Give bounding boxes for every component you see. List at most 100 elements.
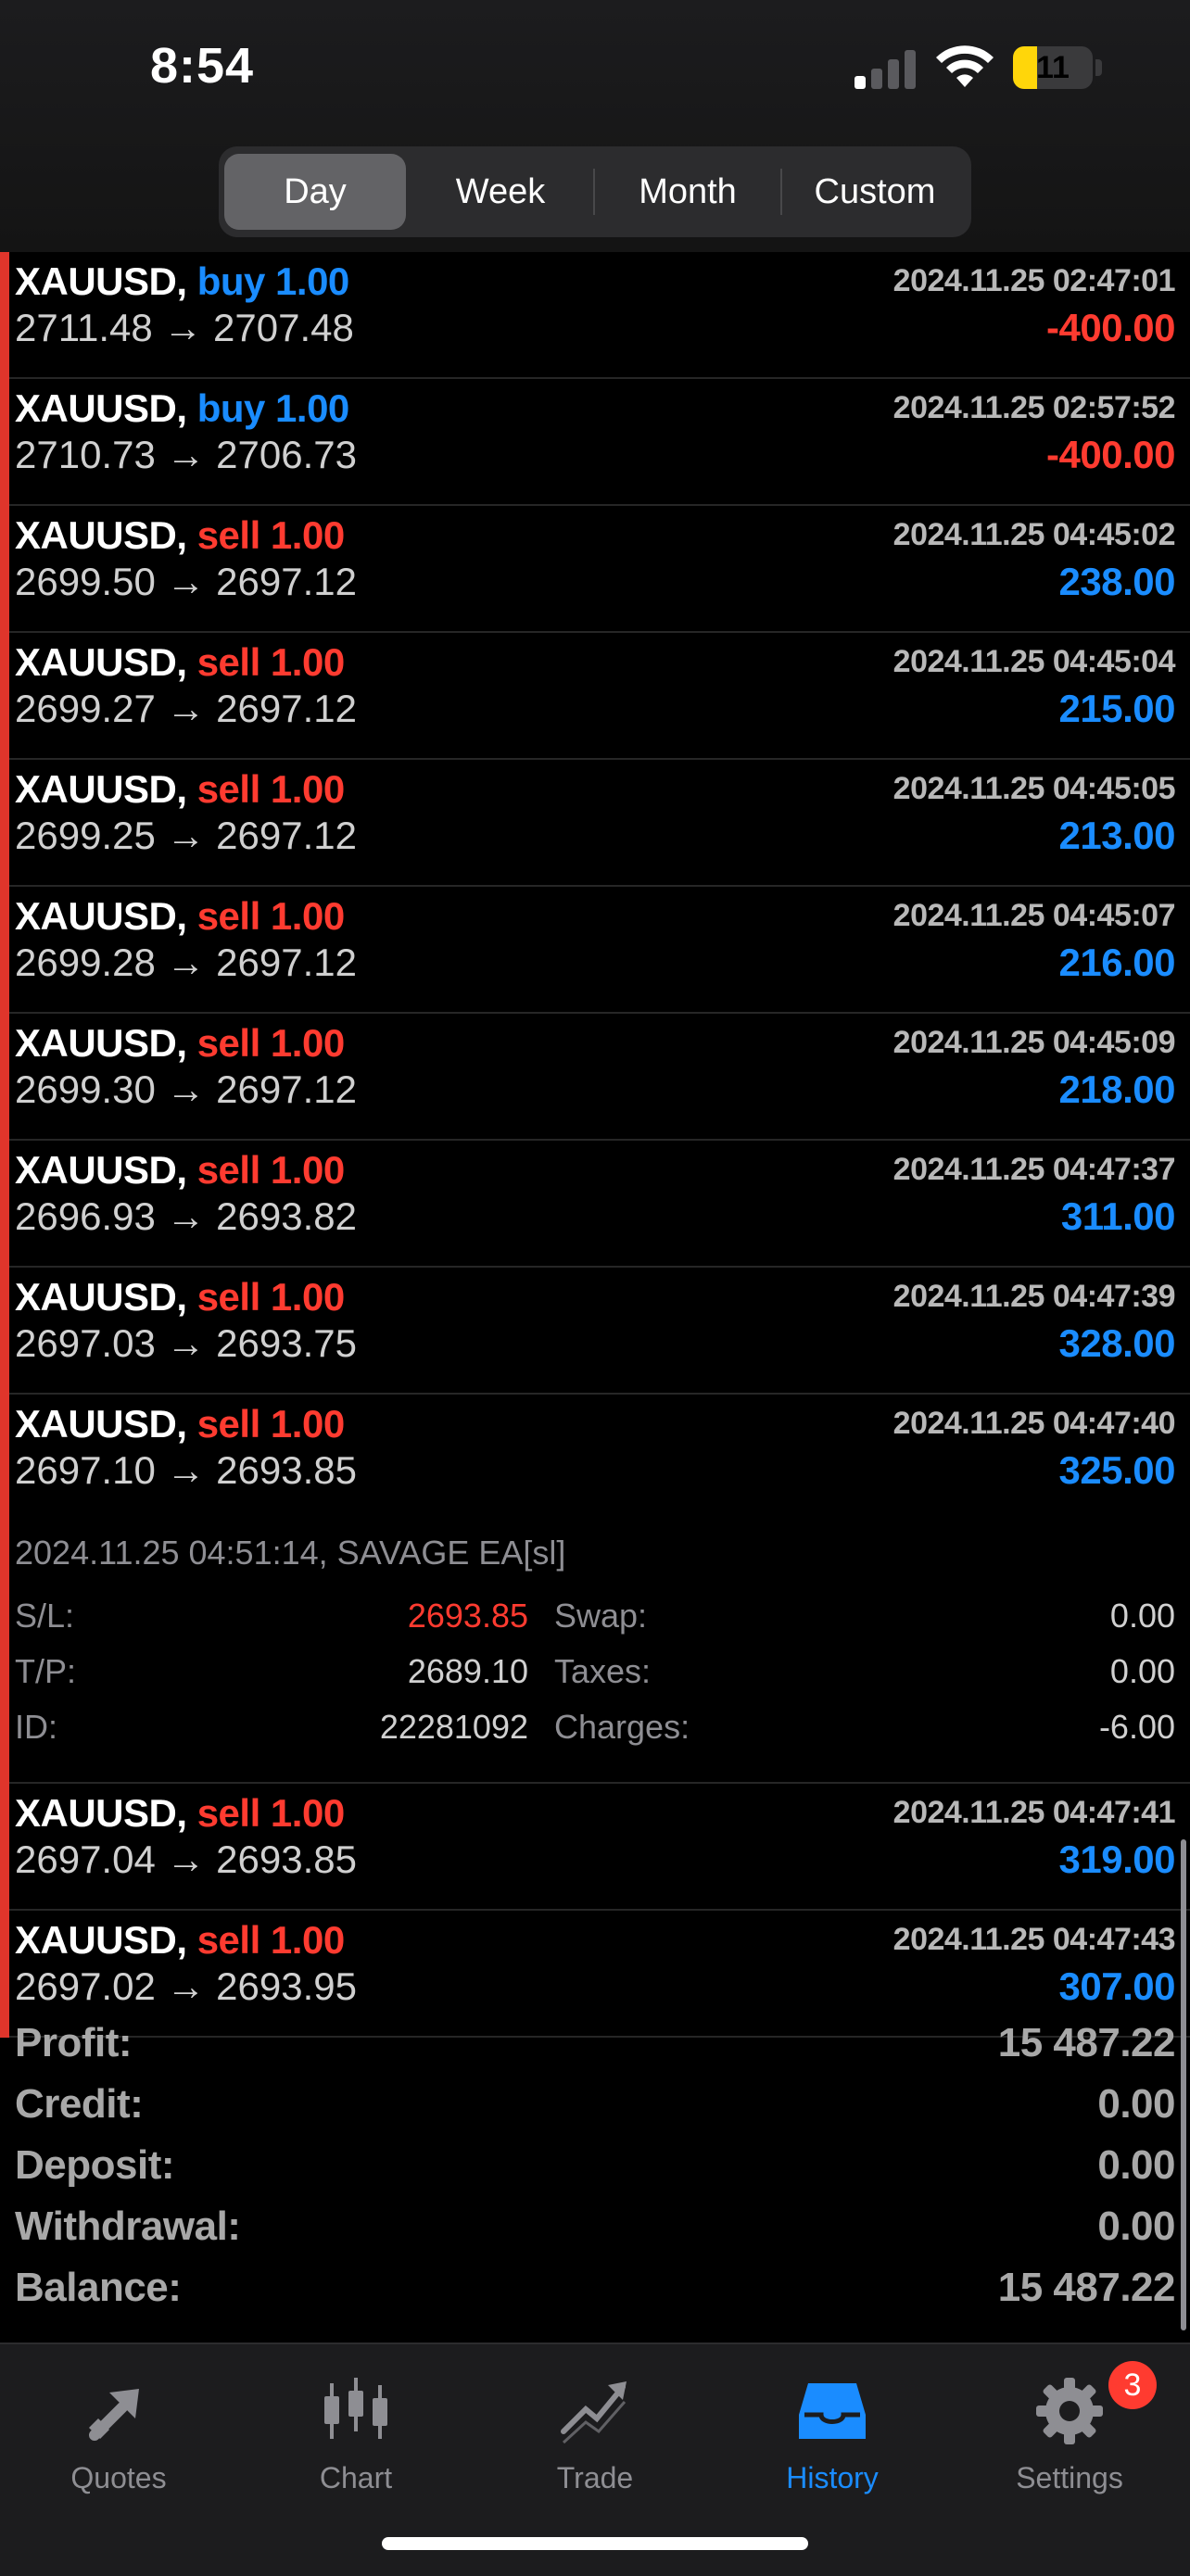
trade-row[interactable]: XAUUSD, sell 1.00 2697.04 → 2693.85 2024.1…: [0, 1784, 1190, 1911]
arrow-icon: →: [166, 1964, 206, 2008]
symbol-name: XAUUSD,: [15, 1275, 187, 1319]
trade-profit: 325.00: [1058, 1448, 1176, 1492]
close-price: 2697.12: [216, 687, 357, 730]
summary-label: Balance:: [15, 2265, 182, 2310]
trade-prices: 2699.25 → 2697.12: [15, 814, 357, 858]
symbol-name: XAUUSD,: [15, 640, 187, 684]
trade-row[interactable]: XAUUSD, buy 1.00 2711.48 → 2707.48 2024.11…: [0, 252, 1190, 379]
trade-row[interactable]: XAUUSD, sell 1.00 2699.50 → 2697.12 2024.1…: [0, 506, 1190, 633]
clock-time: 8:54: [150, 38, 255, 94]
trade-side-volume: sell 1.00: [196, 1021, 345, 1065]
arrow-icon: →: [166, 941, 206, 984]
trade-profit: 311.00: [1060, 1194, 1176, 1238]
trade-prices: 2699.28 → 2697.12: [15, 941, 357, 985]
symbol-name: XAUUSD,: [15, 1791, 187, 1835]
close-price: 2693.85: [216, 1448, 357, 1492]
trade-side-volume: sell 1.00: [196, 640, 345, 684]
close-price: 2693.82: [216, 1194, 357, 1238]
trade-row[interactable]: XAUUSD, sell 1.00 2696.93 → 2693.82 2024.1…: [0, 1141, 1190, 1268]
trade-row[interactable]: XAUUSD, sell 1.00 2699.27 → 2697.12 2024.1…: [0, 633, 1190, 760]
wifi-icon: [936, 45, 994, 87]
open-price: 2699.28: [15, 941, 156, 984]
trade-row[interactable]: XAUUSD, sell 1.00 2697.03 → 2693.75 2024.1…: [0, 1268, 1190, 1395]
arrow-icon: →: [166, 433, 206, 476]
close-price: 2707.48: [213, 306, 354, 349]
swap-label: Swap:: [554, 1597, 648, 1635]
trade-prices: 2697.04 → 2693.85: [15, 1837, 357, 1882]
open-price: 2699.27: [15, 687, 156, 730]
tp-label: T/P:: [15, 1652, 77, 1690]
trade-prices: 2699.30 → 2697.12: [15, 1067, 357, 1112]
arrow-icon: →: [166, 1194, 206, 1238]
open-price: 2699.30: [15, 1067, 156, 1111]
summary-label: Deposit:: [15, 2142, 175, 2188]
home-indicator[interactable]: [382, 2537, 808, 2550]
tab-day[interactable]: Day: [224, 154, 406, 230]
trade-prices: 2697.03 → 2693.75: [15, 1321, 357, 1366]
trade-symbol: XAUUSD, sell 1.00: [15, 1148, 345, 1193]
trade-symbol: XAUUSD, buy 1.00: [15, 386, 349, 431]
trade-datetime: 2024.11.25 04:45:02: [892, 517, 1176, 552]
trade-side-volume: sell 1.00: [196, 1402, 345, 1446]
tab-trade[interactable]: Trade: [476, 2357, 714, 2515]
segment-divider: [593, 169, 595, 215]
symbol-name: XAUUSD,: [15, 259, 187, 303]
battery-icon: 11: [1013, 46, 1093, 89]
trade-prices: 2697.10 → 2693.85: [15, 1448, 357, 1493]
summary-value: 0.00: [1097, 2081, 1175, 2127]
open-price: 2696.93: [15, 1194, 156, 1238]
arrow-icon: →: [166, 560, 206, 603]
open-price: 2699.25: [15, 814, 156, 857]
trade-prices: 2699.50 → 2697.12: [15, 560, 357, 604]
trade-profit: -400.00: [1046, 306, 1175, 349]
trade-symbol: XAUUSD, sell 1.00: [15, 1021, 345, 1066]
scrollbar[interactable]: [1181, 1839, 1186, 2330]
tab-custom[interactable]: Custom: [784, 154, 966, 230]
trade-row[interactable]: XAUUSD, sell 1.00 2697.10 → 2693.85 2024.1…: [0, 1395, 1190, 1784]
trade-row[interactable]: XAUUSD, buy 1.00 2710.73 → 2706.73 2024.11…: [0, 379, 1190, 506]
trade-datetime: 2024.11.25 02:47:01: [892, 263, 1176, 298]
summary-value: 0.00: [1097, 2142, 1175, 2188]
tab-month[interactable]: Month: [597, 154, 779, 230]
open-price: 2711.48: [15, 306, 153, 349]
period-segmented-control: Day Week Month Custom: [219, 146, 971, 237]
trade-datetime: 2024.11.25 04:45:07: [892, 898, 1176, 933]
cellular-signal-icon: [855, 48, 921, 89]
notification-badge: 3: [1108, 2361, 1157, 2409]
trade-profit: 238.00: [1058, 560, 1176, 603]
close-price: 2697.12: [216, 560, 357, 603]
open-price: 2697.10: [15, 1448, 156, 1492]
summary-row: Profit: 15 487.22: [0, 2009, 1190, 2070]
account-summary: Profit: 15 487.22 Credit: 0.00 Deposit: 0.00 W…: [0, 2009, 1190, 2315]
summary-value: 15 487.22: [997, 2020, 1176, 2065]
trade-prices: 2711.48 → 2707.48: [15, 306, 354, 350]
arrow-icon: →: [163, 306, 203, 349]
trade-side-volume: sell 1.00: [196, 1918, 345, 1962]
trade-profit: 328.00: [1058, 1321, 1176, 1365]
tab-history[interactable]: History: [714, 2357, 951, 2515]
arrow-icon: →: [166, 814, 206, 857]
close-price: 2697.12: [216, 941, 357, 984]
tab-chart[interactable]: Chart: [237, 2357, 475, 2515]
inbox-tray-icon: [799, 2383, 866, 2439]
charges-label: Charges:: [554, 1708, 690, 1746]
tab-quotes[interactable]: Quotes: [0, 2357, 237, 2515]
tab-week[interactable]: Week: [410, 154, 591, 230]
trade-symbol: XAUUSD, sell 1.00: [15, 1275, 345, 1320]
trade-datetime: 2024.11.25 02:57:52: [892, 390, 1176, 425]
trade-profit: 213.00: [1058, 814, 1176, 857]
arrow-icon: →: [166, 687, 206, 730]
trade-side-volume: sell 1.00: [196, 894, 345, 938]
trade-prices: 2696.93 → 2693.82: [15, 1194, 357, 1239]
tab-settings[interactable]: 3 Settings: [951, 2357, 1188, 2515]
summary-label: Withdrawal:: [15, 2203, 241, 2249]
trade-profit: 216.00: [1058, 941, 1176, 984]
status-bar: 8:54 11 Day Week Month Custom: [0, 0, 1190, 252]
trade-row[interactable]: XAUUSD, sell 1.00 2699.28 → 2697.12 2024.1…: [0, 887, 1190, 1014]
trade-prices: 2710.73 → 2706.73: [15, 433, 357, 477]
trade-profit: 215.00: [1058, 687, 1176, 730]
taxes-label: Taxes:: [554, 1652, 652, 1690]
trade-row[interactable]: XAUUSD, sell 1.00 2699.30 → 2697.12 2024.1…: [0, 1014, 1190, 1141]
summary-row: Withdrawal: 0.00: [0, 2192, 1190, 2254]
trade-row[interactable]: XAUUSD, sell 1.00 2699.25 → 2697.12 2024.1…: [0, 760, 1190, 887]
